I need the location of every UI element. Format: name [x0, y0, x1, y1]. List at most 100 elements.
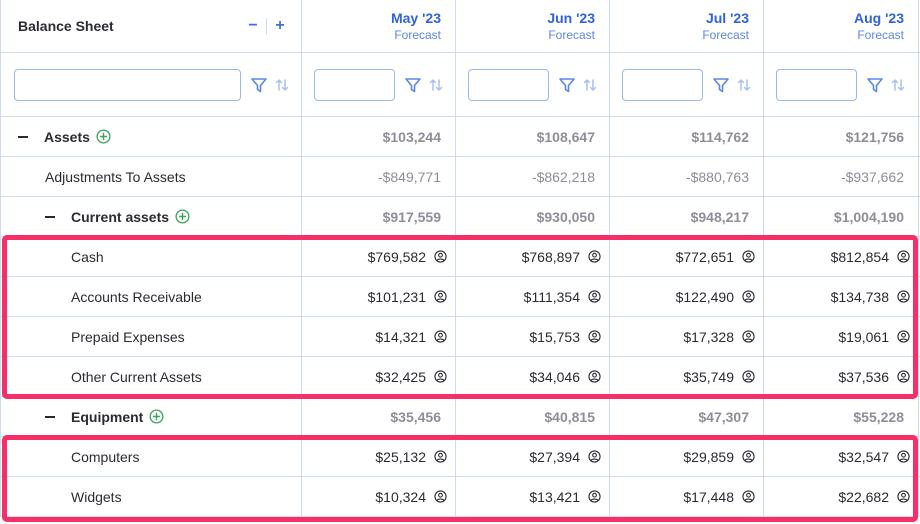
filter-icon[interactable]	[558, 76, 576, 94]
cell-value: $812,854	[830, 248, 889, 265]
user-icon[interactable]	[588, 290, 601, 303]
user-icon[interactable]	[434, 370, 447, 383]
expand-all-button[interactable]: +	[273, 17, 287, 35]
value-cell[interactable]: $768,897	[456, 237, 610, 276]
column-header-jul[interactable]: Jul '23 Forecast	[610, 0, 764, 52]
filter-icon[interactable]	[866, 76, 884, 94]
column-filter-input[interactable]	[314, 68, 395, 101]
cell-value: $768,897	[521, 248, 580, 265]
value-cell[interactable]: $19,061	[764, 317, 919, 356]
table-row[interactable]: Equipment $35,456 $40,815 $47,307 $55,228	[0, 397, 920, 437]
value-cell[interactable]: $13,421	[456, 477, 610, 516]
column-filter-input[interactable]	[622, 68, 703, 101]
name-filter-input[interactable]	[14, 68, 241, 101]
cell-value: $34,046	[529, 368, 580, 385]
collapse-icon[interactable]	[45, 215, 55, 218]
table-row[interactable]: Cash $769,582 $768,897 $772,651 $812,854	[0, 237, 920, 277]
collapse-icon[interactable]	[45, 415, 55, 418]
user-icon[interactable]	[434, 250, 447, 263]
value-cell[interactable]: $111,354	[456, 277, 610, 316]
table-row[interactable]: Prepaid Expenses $14,321 $15,753 $17,328 $19…	[0, 317, 920, 357]
sort-icon[interactable]	[736, 77, 752, 93]
page-title: Balance Sheet	[18, 18, 114, 34]
user-icon[interactable]	[897, 450, 910, 463]
value-cell[interactable]: $34,046	[456, 357, 610, 396]
user-icon[interactable]	[742, 490, 755, 503]
table-row[interactable]: Other Current Assets $32,425 $34,046 $35,74…	[0, 357, 920, 397]
user-icon[interactable]	[434, 290, 447, 303]
expand-collapse-controls: − +	[246, 17, 301, 35]
table-row[interactable]: Assets $103,244 $108,647 $114,762 $121,756	[0, 117, 920, 157]
sort-icon[interactable]	[274, 77, 290, 93]
user-icon[interactable]	[897, 490, 910, 503]
column-filter-input[interactable]	[776, 68, 857, 101]
collapse-icon[interactable]	[18, 135, 28, 138]
value-cell[interactable]: $122,490	[610, 277, 764, 316]
user-icon[interactable]	[434, 450, 447, 463]
user-icon[interactable]	[742, 290, 755, 303]
cell-value: $13,421	[529, 488, 580, 505]
table-row[interactable]: Adjustments To Assets -$849,771 -$862,218 -…	[0, 157, 920, 197]
user-icon[interactable]	[588, 330, 601, 343]
value-cell[interactable]: $769,582	[302, 237, 456, 276]
cell-value: $17,328	[683, 328, 734, 345]
user-icon[interactable]	[588, 490, 601, 503]
filter-icon[interactable]	[404, 76, 422, 94]
row-label-cell: Equipment	[0, 397, 302, 436]
filter-icon[interactable]	[712, 76, 730, 94]
value-cell[interactable]: $27,394	[456, 437, 610, 476]
value-cell[interactable]: $17,448	[610, 477, 764, 516]
sort-icon[interactable]	[582, 77, 598, 93]
column-header-jun[interactable]: Jun '23 Forecast	[456, 0, 610, 52]
cell-value: $114,762	[691, 128, 749, 145]
value-cell[interactable]: $29,859	[610, 437, 764, 476]
filter-icon[interactable]	[250, 76, 268, 94]
value-cell[interactable]: $15,753	[456, 317, 610, 356]
table-row[interactable]: Computers $25,132 $27,394 $29,859 $32,547	[0, 437, 920, 477]
cell-value: $101,231	[367, 288, 426, 305]
value-cell[interactable]: $772,651	[610, 237, 764, 276]
user-icon[interactable]	[434, 330, 447, 343]
user-icon[interactable]	[742, 330, 755, 343]
add-row-icon[interactable]	[175, 209, 190, 224]
sort-icon[interactable]	[428, 77, 444, 93]
user-icon[interactable]	[742, 450, 755, 463]
value-cell[interactable]: $37,536	[764, 357, 919, 396]
user-icon[interactable]	[897, 290, 910, 303]
add-row-icon[interactable]	[149, 409, 164, 424]
value-cell[interactable]: $10,324	[302, 477, 456, 516]
user-icon[interactable]	[897, 250, 910, 263]
column-header-aug[interactable]: Aug '23 Forecast	[764, 0, 919, 52]
value-cell[interactable]: $101,231	[302, 277, 456, 316]
column-filter-input[interactable]	[468, 68, 549, 101]
collapse-all-button[interactable]: −	[246, 17, 260, 35]
value-cell[interactable]: $134,738	[764, 277, 919, 316]
value-cell: $103,244	[302, 117, 456, 156]
cell-value: $32,425	[375, 368, 426, 385]
value-cell[interactable]: $812,854	[764, 237, 919, 276]
column-header-may[interactable]: May '23 Forecast	[302, 0, 456, 52]
header-title-cell: Balance Sheet − +	[0, 0, 302, 52]
table-row[interactable]: Accounts Receivable $101,231 $111,354 $122,…	[0, 277, 920, 317]
value-cell[interactable]: $35,749	[610, 357, 764, 396]
user-icon[interactable]	[588, 250, 601, 263]
table-row[interactable]: Current assets $917,559 $930,050 $948,217 $1…	[0, 197, 920, 237]
column-type-label: Forecast	[857, 28, 904, 42]
user-icon[interactable]	[434, 490, 447, 503]
user-icon[interactable]	[588, 370, 601, 383]
value-cell[interactable]: $32,425	[302, 357, 456, 396]
value-cell[interactable]: $25,132	[302, 437, 456, 476]
user-icon[interactable]	[742, 370, 755, 383]
add-row-icon[interactable]	[96, 129, 111, 144]
user-icon[interactable]	[742, 250, 755, 263]
user-icon[interactable]	[897, 370, 910, 383]
table-row[interactable]: Widgets $10,324 $13,421 $17,448 $22,682	[0, 477, 920, 517]
user-icon[interactable]	[897, 330, 910, 343]
value-cell[interactable]: $14,321	[302, 317, 456, 356]
value-cell[interactable]: $32,547	[764, 437, 919, 476]
value-cell[interactable]: $17,328	[610, 317, 764, 356]
cell-value: $29,859	[683, 448, 734, 465]
user-icon[interactable]	[588, 450, 601, 463]
sort-icon[interactable]	[890, 77, 906, 93]
value-cell[interactable]: $22,682	[764, 477, 919, 516]
